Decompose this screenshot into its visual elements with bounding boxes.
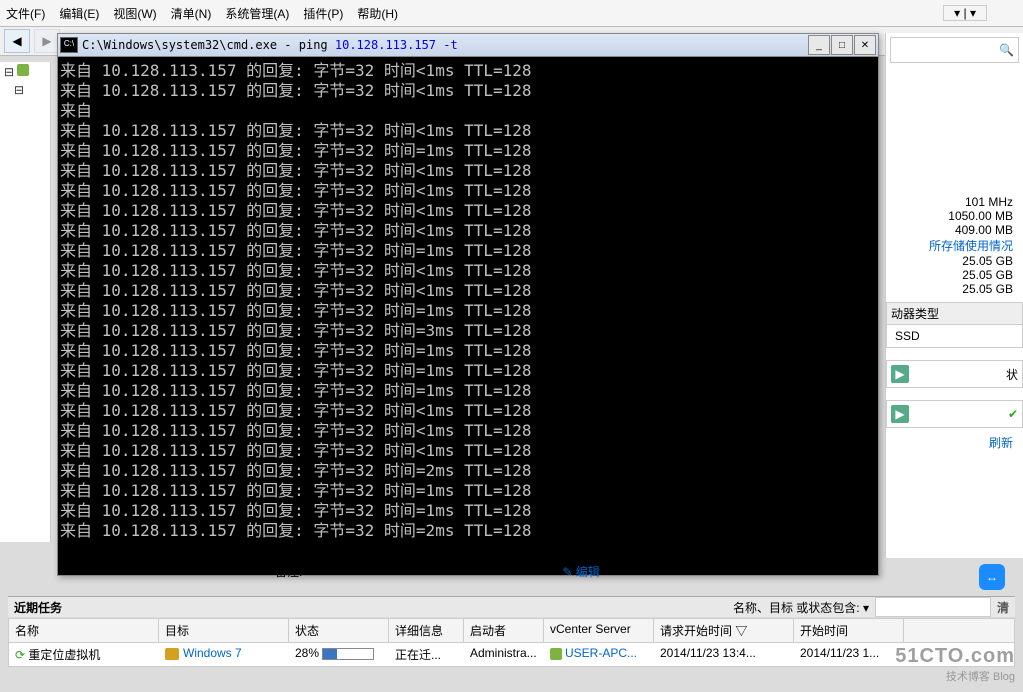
table-header: 名称 目标 状态 详细信息 启动者 vCenter Server 请求开始时间 … — [9, 619, 1014, 643]
task-pct: 28% — [295, 646, 319, 660]
toolbar-dropdown-icon[interactable]: ▾ | ▾ — [943, 5, 987, 21]
storage-1: 25.05 GB — [888, 254, 1013, 268]
th-target[interactable]: 目标 — [159, 619, 289, 642]
tree-toggle[interactable]: ⊟ — [0, 62, 50, 81]
task-initiator: Administra... — [464, 643, 544, 666]
mem-used: 409.00 MB — [888, 223, 1013, 237]
task-name: 重定位虚拟机 — [28, 648, 100, 662]
storage-2: 25.05 GB — [888, 268, 1013, 282]
th-name[interactable]: 名称 — [9, 619, 159, 642]
expand-right-icon[interactable]: ▶ — [891, 365, 909, 383]
th-status[interactable]: 状态 — [289, 619, 389, 642]
th-initiator[interactable]: 启动者 — [464, 619, 544, 642]
clear-filter[interactable]: 清 — [997, 599, 1009, 616]
task-reqtime: 2014/11/23 13:4... — [654, 643, 794, 666]
status-ok-panel: ▶ ✔ — [886, 400, 1023, 428]
task-target[interactable]: Windows 7 — [183, 646, 242, 660]
ok-icon: ✔ — [1008, 407, 1018, 421]
task-icon: ⟳ — [15, 648, 25, 662]
close-button[interactable]: ✕ — [854, 35, 876, 55]
menu-plugins[interactable]: 插件(P) — [303, 5, 343, 22]
menu-view[interactable]: 视图(W) — [113, 5, 156, 22]
vc-icon — [550, 648, 562, 660]
th-starttime[interactable]: 开始时间 — [794, 619, 904, 642]
menu-bar: 文件(F) 编辑(E) 视图(W) 清单(N) 系统管理(A) 插件(P) 帮助… — [0, 0, 1023, 27]
cmd-title-text: C:\Windows\system32\cmd.exe - ping 10.12… — [82, 38, 458, 52]
filter-label: 名称、目标 或状态包含: ▾ — [733, 599, 869, 616]
stats-block: 101 MHz 1050.00 MB 409.00 MB 所存储使用情况 25.… — [886, 193, 1023, 298]
cpu-mhz: 101 MHz — [888, 195, 1013, 209]
cmd-output: 来自 10.128.113.157 的回复: 字节=32 时间<1ms TTL=… — [58, 57, 878, 575]
driver-type-header: 动器类型 — [886, 302, 1023, 325]
th-vcenter[interactable]: vCenter Server — [544, 619, 654, 642]
info-panel: 🔍 101 MHz 1050.00 MB 409.00 MB 所存储使用情况 2… — [885, 33, 1023, 558]
maximize-button[interactable]: □ — [831, 35, 853, 55]
status-label: 状 — [1006, 366, 1018, 383]
status-panel: ▶ 状 — [886, 360, 1023, 388]
cmd-icon: C:\ — [60, 37, 78, 53]
menu-help[interactable]: 帮助(H) — [357, 5, 398, 22]
notes-label: 备注: — [275, 563, 302, 580]
driver-type-value: SSD — [886, 325, 1023, 348]
tree-panel: ⊟ ⊟ — [0, 62, 51, 542]
task-vcenter[interactable]: USER-APC... — [565, 646, 637, 660]
cmd-titlebar[interactable]: C:\ C:\Windows\system32\cmd.exe - ping 1… — [58, 34, 878, 57]
mem-total: 1050.00 MB — [888, 209, 1013, 223]
edit-icon[interactable]: ✎ 编辑 — [562, 563, 599, 580]
th-reqtime[interactable]: 请求开始时间 ▽ — [654, 619, 794, 642]
recent-tasks-header: 近期任务 名称、目标 或状态包含: ▾ 清 — [8, 596, 1015, 617]
cmd-window: C:\ C:\Windows\system32\cmd.exe - ping 1… — [57, 33, 879, 576]
search-input[interactable]: 🔍 — [890, 37, 1019, 63]
teamviewer-icon[interactable]: ↔ — [979, 564, 1005, 590]
filter-input[interactable] — [875, 597, 991, 617]
task-detail: 正在迁... — [389, 643, 464, 666]
tree-node[interactable]: ⊟ — [0, 81, 50, 99]
refresh-link[interactable]: 刷新 — [886, 428, 1023, 457]
task-starttime: 2014/11/23 1... — [794, 643, 904, 666]
notes-row: 备注: ✎ 编辑 — [275, 563, 600, 580]
recent-tasks-title: 近期任务 — [14, 599, 62, 616]
menu-admin[interactable]: 系统管理(A) — [225, 5, 289, 22]
task-table: 名称 目标 状态 详细信息 启动者 vCenter Server 请求开始时间 … — [8, 618, 1015, 667]
menu-inventory[interactable]: 清单(N) — [171, 5, 212, 22]
menu-edit[interactable]: 编辑(E) — [59, 5, 99, 22]
th-detail[interactable]: 详细信息 — [389, 619, 464, 642]
table-row[interactable]: ⟳ 重定位虚拟机 Windows 7 28% 正在迁... Administra… — [9, 643, 1014, 666]
minimize-button[interactable]: _ — [808, 35, 830, 55]
vcenter-icon — [17, 64, 29, 76]
vm-icon — [165, 648, 179, 660]
back-button[interactable]: ◀ — [4, 29, 30, 53]
storage-link[interactable]: 所存储使用情况 — [888, 237, 1013, 254]
menu-file[interactable]: 文件(F) — [6, 5, 45, 22]
progress-bar — [322, 648, 374, 660]
expand-right-icon-2[interactable]: ▶ — [891, 405, 909, 423]
storage-3: 25.05 GB — [888, 282, 1013, 296]
